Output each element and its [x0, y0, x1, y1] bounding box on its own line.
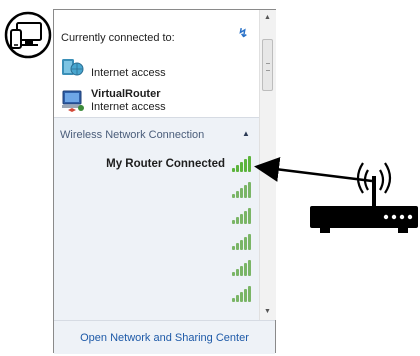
currently-connected-label: Currently connected to: — [61, 32, 175, 44]
signal-strength-icon[interactable] — [232, 286, 252, 302]
network-globe-icon — [60, 55, 84, 79]
chevron-up-icon[interactable]: ▲ — [242, 129, 250, 138]
network-flyout-panel: Currently connected to: ↯ Internet acces… — [53, 9, 276, 354]
wireless-section — [54, 118, 259, 328]
open-network-sharing-center-link[interactable]: Open Network and Sharing Center — [54, 332, 275, 344]
refresh-icon[interactable]: ↯ — [238, 26, 248, 40]
section-divider — [54, 117, 259, 118]
network-name-my-router[interactable]: My Router Connected — [106, 158, 225, 170]
scroll-down-icon[interactable]: ▼ — [264, 308, 271, 315]
signal-strength-icon[interactable] — [232, 260, 252, 276]
signal-strength-icon[interactable] — [232, 234, 252, 250]
signal-strength-icon — [232, 156, 252, 172]
virtualrouter-name: VirtualRouter — [91, 88, 161, 100]
computer-devices-icon — [4, 11, 52, 59]
wireless-router-icon — [310, 162, 418, 233]
flyout-footer: Open Network and Sharing Center — [54, 320, 275, 354]
virtualrouter-status: Internet access — [91, 101, 166, 113]
signal-strength-icon[interactable] — [232, 182, 252, 198]
network-computer-icon — [60, 88, 86, 114]
grip-icon — [266, 63, 270, 71]
scrollbar-thumb[interactable] — [262, 39, 273, 91]
vertical-scrollbar[interactable]: ▲ ▼ — [259, 10, 276, 320]
wireless-section-label: Wireless Network Connection — [60, 129, 205, 141]
scroll-up-icon[interactable]: ▲ — [264, 14, 271, 21]
signal-strength-icon[interactable] — [232, 208, 252, 224]
connection-status: Internet access — [91, 67, 166, 79]
